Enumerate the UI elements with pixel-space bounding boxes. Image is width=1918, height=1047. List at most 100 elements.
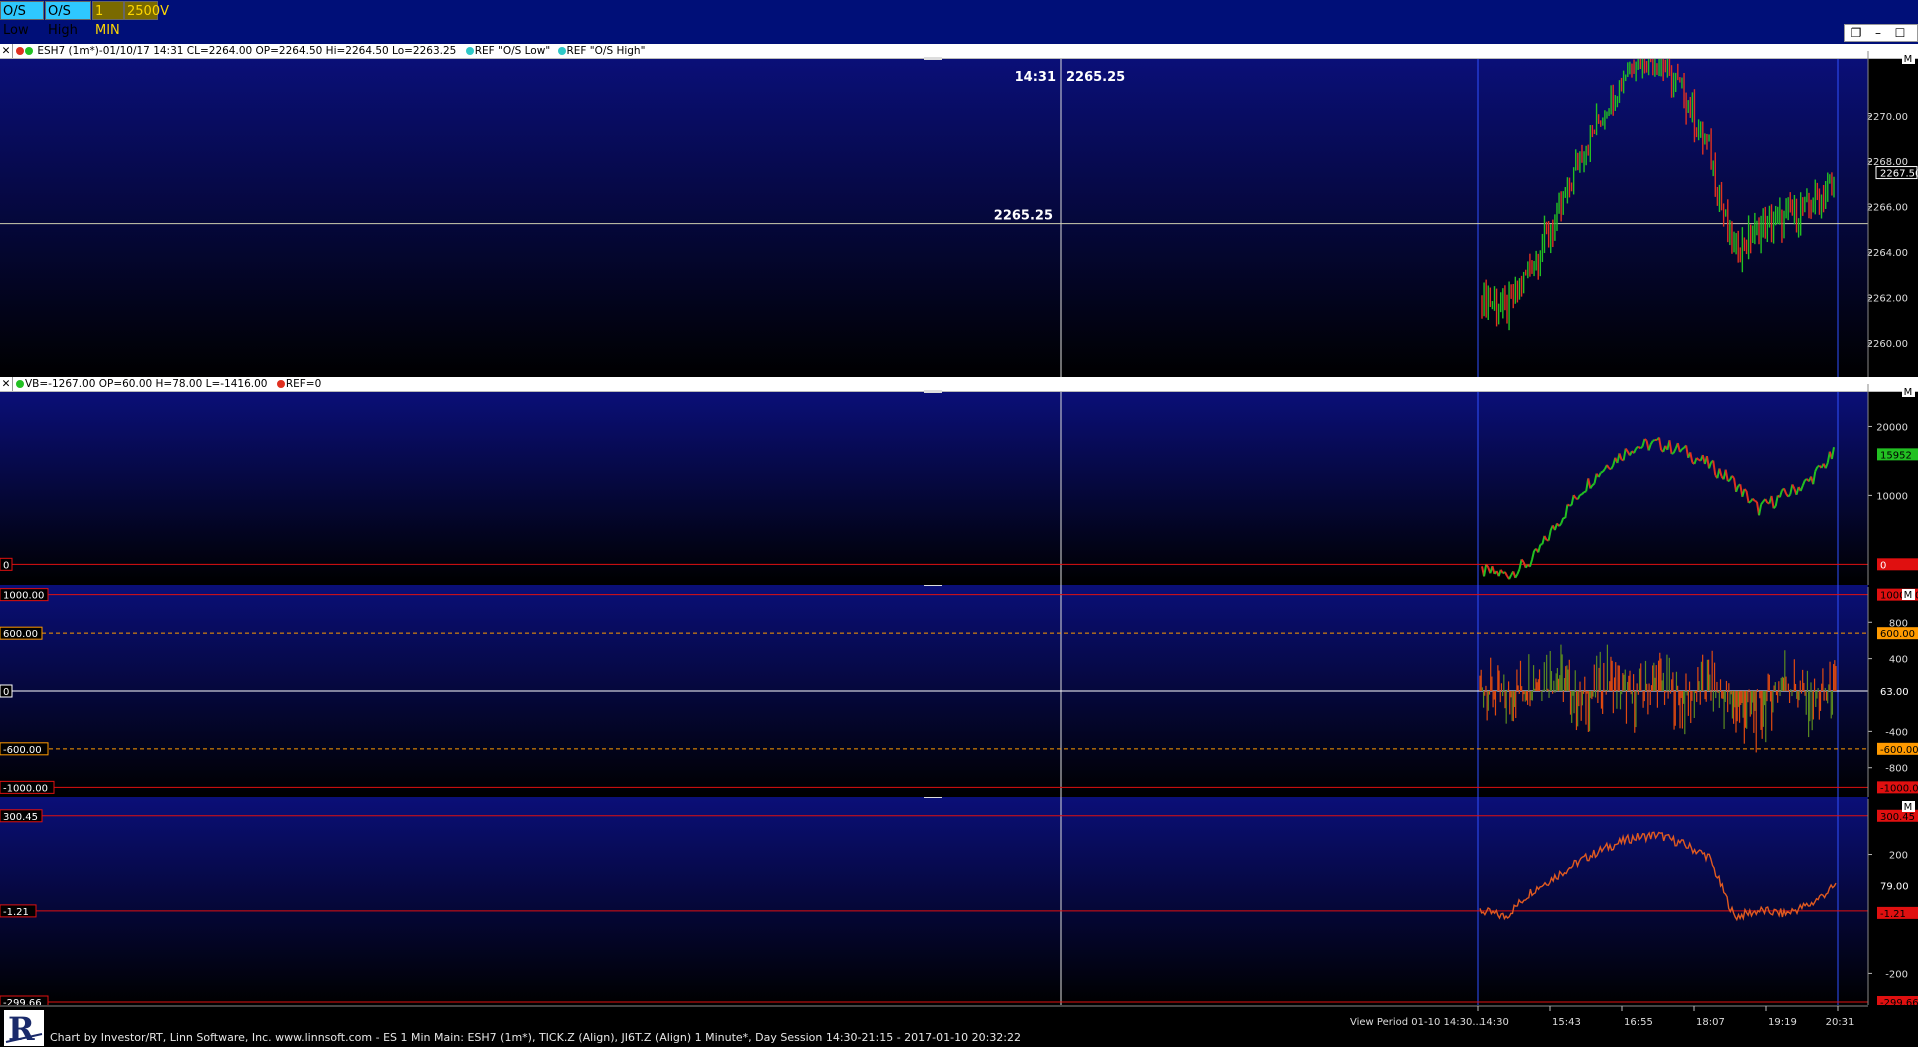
splitter-handle [924,585,942,586]
tick-line-segment [1791,484,1796,490]
tick-line-segment [1569,504,1572,507]
tick-line-segment [1587,478,1592,489]
crosshair-price-label: 2265.25 [994,209,1053,224]
tick-chart[interactable]: 0 0 10000 20000 M 15952 [0,377,1918,585]
tick-line-segment [1718,468,1723,477]
2500v-button[interactable]: 2500V [124,1,169,20]
os-low-button[interactable]: O/S Low [0,1,44,38]
tick-line-segment [1593,473,1598,484]
tick-line-segment [1801,480,1806,487]
splitter-handle [924,797,942,798]
1-min-button[interactable]: 1 MIN [92,1,124,38]
tick-line-segment [1770,495,1775,509]
price-chart[interactable]: 2265.25 14:31 2265.25 2260.00 2262.00 2264.00… [0,44,1918,377]
y-tick-label: -800 [1885,764,1908,775]
tick-line-segment [1774,495,1779,507]
tick-line-segment [1758,504,1763,516]
top-toolbar: O/S Low O/S High 1 MIN 2500V ❐ – ☐ [0,0,1918,44]
tick-line-segment [1668,440,1673,454]
ji6t-left-label-3: -600.00 [3,745,42,756]
last-price-label: 2267.50 [1880,169,1918,180]
tick-line-segment [1514,573,1519,579]
cum-left-label-2: -299.66 [3,998,42,1005]
tick-line-segment [1602,468,1606,473]
tick-pane: ✕ VB=-1267.00 OP=60.00 H=78.00 L=-1416.00… [0,377,1918,585]
crosshair-price-value: 2265.25 [1066,70,1125,85]
y-tick-label: 2266.00 [1867,203,1908,214]
tick-line-segment [1540,543,1543,546]
time-axis-svg: View Period 01-10 14:30...14:30 15:43 16:5… [0,1005,1868,1028]
tick-line-segment [1814,466,1819,472]
tick-line-segment [1543,535,1548,541]
tick-line-segment [1583,490,1587,494]
m-button-label: M [1904,590,1913,601]
y-tick-label: 2260.00 [1867,339,1908,350]
tick-line-segment [1764,498,1769,504]
tick-line-segment [1516,568,1521,575]
tick-line-segment [1600,470,1604,474]
tick-line-segment [1606,464,1610,469]
tick-line-segment [1695,457,1700,461]
ji6t-right-label-2: 63.00 [1880,687,1909,698]
y-tick-label: 2262.00 [1867,294,1908,305]
y-tick-label: 800 [1889,618,1908,629]
view-period-label: View Period 01-10 14:30... [1350,1017,1482,1028]
tick-line-segment [1741,488,1746,498]
tick-line-segment [1528,559,1533,568]
ji6t-chart[interactable]: 1000.00 1000.00600.00 600.000 63.00-600.00-… [0,585,1918,797]
tick-line-segment [1639,445,1643,450]
tick-line-segment [1537,544,1542,553]
y-tick-label: -200 [1885,969,1908,980]
maximize-icon[interactable]: ☐ [1889,25,1911,41]
cum-right-label-1: 79.00 [1880,882,1909,893]
window-controls: ❐ – ☐ [1844,24,1918,42]
tick-line-segment [1576,494,1581,500]
minimize-icon[interactable]: – [1867,25,1889,41]
cumulative-line [1479,831,1837,922]
splitter-handle [924,57,942,60]
tick-line-segment [1676,442,1681,453]
tick-line-segment [1618,453,1623,460]
time-tick-label: 14:30 [1480,1017,1509,1028]
tick-line-segment [1735,485,1740,493]
tick-line-segment [1754,500,1758,503]
crosshair-time-label: 14:31 [1015,70,1056,85]
tick-line-segment [1812,471,1817,485]
restore-icon[interactable]: ❐ [1845,25,1867,41]
tick-line-segment [1508,574,1513,580]
tick-line-segment [1745,490,1750,504]
splitter-handle [924,390,942,393]
tick-line-segment [1570,494,1575,506]
y-tick-label: 400 [1889,655,1908,666]
tick-line-segment [1564,504,1569,519]
cum-right-label-2: -1.21 [1880,909,1906,920]
os-high-button[interactable]: O/S High [45,1,91,38]
tick-zero-left-label: 0 [3,560,9,571]
time-tick-label: 16:55 [1624,1017,1653,1028]
time-tick-label: 19:19 [1768,1017,1797,1028]
cum-left-label-0: 300.45 [3,812,38,823]
tick-line-segment [1531,550,1536,561]
tick-line-segment [1652,438,1656,442]
tick-line-segment [1824,462,1829,469]
tick-line-segment [1658,437,1663,451]
tick-line-segment [1760,500,1764,506]
y-tick-label: 2264.00 [1867,248,1908,259]
cumulative-pane: 300.45 -1.21 -299.66 300.45 79.00 -1.21 -299.6… [0,797,1918,1005]
time-tick-label: 18:07 [1696,1017,1725,1028]
ji6t-left-label-4: -1000.00 [3,783,48,794]
tick-line-segment [1649,440,1654,445]
y-tick-label: 20000 [1876,422,1908,433]
tick-line-segment [1633,448,1638,454]
time-axis: View Period 01-10 14:30... 14:30 15:43 16:5… [0,1005,1918,1029]
status-text: Chart by Investor/RT, Linn Software, Inc… [50,1031,1022,1044]
tick-line-segment [1483,564,1488,577]
tick-line-segment [1560,517,1565,525]
tick-line-segment [1830,447,1835,460]
cumulative-chart[interactable]: 300.45 -1.21 -299.66 300.45 79.00 -1.21 -299.6… [0,797,1918,1005]
ji6t-left-label-1: 600.00 [3,629,38,640]
tick-line-segment [1647,443,1652,451]
tick-line-segment [1591,482,1596,487]
time-tick-label: 20:31 [1826,1017,1855,1028]
investor-rt-logo-icon: R [4,1010,44,1046]
